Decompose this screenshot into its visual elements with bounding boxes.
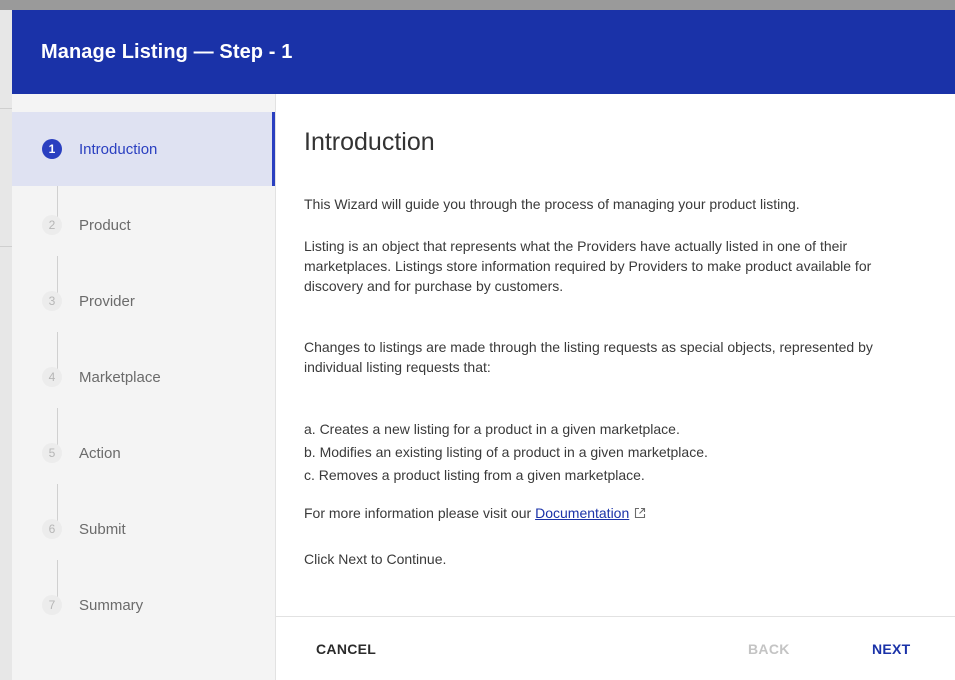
step-label: Summary — [79, 596, 144, 614]
continue-text: Click Next to Continue. — [304, 551, 447, 567]
dialog-header: Manage Listing — Step - 1 — [12, 10, 955, 94]
list-item: b. Modifies an existing listing of a pro… — [304, 444, 708, 460]
dialog-title: Manage Listing — Step - 1 — [41, 41, 293, 63]
step-number-badge: 6 — [42, 519, 62, 539]
intro-paragraph: This Wizard will guide you through the p… — [304, 196, 800, 212]
next-button[interactable]: NEXT — [872, 641, 911, 657]
dialog-footer: CANCEL BACK NEXT — [276, 616, 955, 680]
step-submit[interactable]: 6 Submit — [12, 492, 275, 566]
divider — [0, 108, 12, 109]
list-item: c. Removes a product listing from a give… — [304, 467, 645, 483]
step-number-badge: 2 — [42, 215, 62, 235]
step-summary[interactable]: 7 Summary — [12, 568, 275, 642]
list-item: a. Creates a new listing for a product i… — [304, 421, 680, 437]
step-product[interactable]: 2 Product — [12, 188, 275, 262]
external-link-icon[interactable] — [633, 505, 647, 519]
wizard-steps-sidebar: 1 Introduction 2 Product 3 Provider 4 Ma… — [12, 94, 276, 680]
manage-listing-dialog: Manage Listing — Step - 1 1 Introduction… — [12, 10, 955, 680]
step-label: Action — [79, 444, 121, 462]
step-label: Submit — [79, 520, 126, 538]
step-label: Provider — [79, 292, 135, 310]
more-info-line: For more information please visit our Do… — [304, 503, 934, 523]
step-marketplace[interactable]: 4 Marketplace — [12, 340, 275, 414]
documentation-link[interactable]: Documentation — [535, 505, 629, 521]
step-number-badge: 4 — [42, 367, 62, 387]
step-label: Marketplace — [79, 368, 161, 386]
step-number-badge: 3 — [42, 291, 62, 311]
window-frame — [0, 0, 955, 10]
step-provider[interactable]: 3 Provider — [12, 264, 275, 338]
content-heading: Introduction — [304, 128, 435, 156]
step-number-badge: 1 — [42, 139, 62, 159]
more-info-text: For more information please visit our — [304, 505, 536, 521]
step-introduction[interactable]: 1 Introduction — [12, 112, 275, 186]
step-label: Introduction — [79, 140, 158, 158]
background-page — [0, 10, 12, 680]
back-button[interactable]: BACK — [748, 641, 790, 657]
step-number-badge: 7 — [42, 595, 62, 615]
divider — [0, 246, 12, 247]
step-action[interactable]: 5 Action — [12, 416, 275, 490]
listing-description: Listing is an object that represents wha… — [304, 238, 872, 294]
wizard-content: Introduction This Wizard will guide you … — [276, 94, 955, 616]
changes-description: Changes to listings are made through the… — [304, 339, 873, 375]
step-label: Product — [79, 216, 131, 234]
cancel-button[interactable]: CANCEL — [316, 641, 376, 657]
step-number-badge: 5 — [42, 443, 62, 463]
